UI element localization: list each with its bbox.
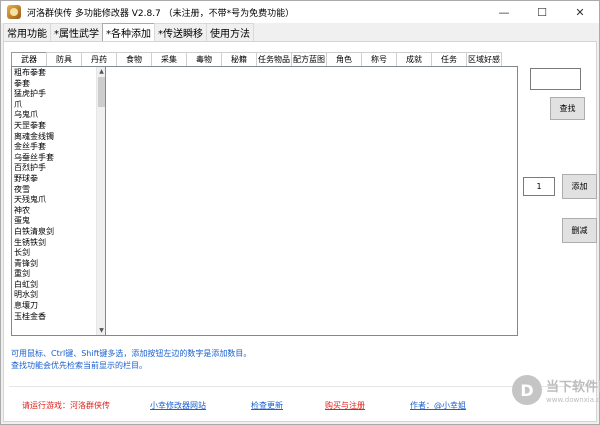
window-title: 河洛群侠传 多功能修改器 V2.8.7 （未注册，不带*号为免费功能） bbox=[27, 8, 295, 19]
watermark-url: www.downxia.com bbox=[546, 396, 600, 404]
list-item[interactable]: 长剑 bbox=[14, 248, 96, 259]
list-item[interactable]: 离魂金线镯 bbox=[14, 132, 96, 143]
list-item[interactable]: 白虹剑 bbox=[14, 280, 96, 291]
list-item[interactable]: 拳套 bbox=[14, 79, 96, 90]
main-tab-bar: 常用功能 *属性武学 *各种添加 *传送瞬移 使用方法 bbox=[3, 23, 254, 41]
delete-button[interactable]: 删减 bbox=[562, 218, 597, 243]
title-bar: 河洛群侠传 多功能修改器 V2.8.7 （未注册，不带*号为免费功能） — ☐ … bbox=[1, 1, 599, 23]
watermark: D 当下软件园 www.downxia.com bbox=[512, 375, 600, 405]
list-item[interactable]: 乌蚕丝手套 bbox=[14, 153, 96, 164]
category-tab-bar: 武器 防具 丹药 食物 采集 毒物 秘籍 任务物品 配方蓝图 角色 称号 成就 … bbox=[11, 52, 502, 66]
subtab-favor[interactable]: 区域好感 bbox=[466, 52, 502, 66]
list-item[interactable]: 白铁清泉剑 bbox=[14, 227, 96, 238]
list-item[interactable]: 神农 bbox=[14, 206, 96, 217]
list-item[interactable]: 明水剑 bbox=[14, 290, 96, 301]
add-button[interactable]: 添加 bbox=[562, 174, 597, 199]
quantity-input[interactable]: 1 bbox=[523, 177, 555, 196]
app-window: 河洛群侠传 多功能修改器 V2.8.7 （未注册，不带*号为免费功能） — ☐ … bbox=[0, 0, 600, 425]
watermark-name: 当下软件园 bbox=[546, 380, 600, 395]
scroll-thumb[interactable] bbox=[98, 77, 105, 107]
tab-teleport[interactable]: *传送瞬移 bbox=[154, 23, 207, 41]
subtab-armor[interactable]: 防具 bbox=[46, 52, 82, 66]
list-item[interactable]: 野球拳 bbox=[14, 174, 96, 185]
maximize-icon[interactable]: ☐ bbox=[523, 1, 561, 23]
scroll-down-icon[interactable]: ▼ bbox=[97, 326, 105, 335]
tab-attributes[interactable]: *属性武学 bbox=[50, 23, 103, 41]
list-item[interactable]: 玉桂金香 bbox=[14, 312, 96, 323]
game-status: 请运行游戏：河洛群侠传 bbox=[22, 401, 110, 410]
search-input[interactable] bbox=[530, 68, 581, 90]
item-listbox[interactable]: 粗布拳套 拳套 猛虎护手 爪 乌鬼爪 天罡拳套 离魂金线镯 金丝手套 乌蚕丝手套… bbox=[11, 66, 106, 336]
buy-register-link[interactable]: 购买与注册 bbox=[325, 400, 365, 411]
check-update-link[interactable]: 检查更新 bbox=[251, 400, 283, 411]
hint-line-2: 查找功能会优先检索当前显示的栏目。 bbox=[11, 361, 147, 370]
list-item[interactable]: 蛋鬼 bbox=[14, 216, 96, 227]
tab-common[interactable]: 常用功能 bbox=[3, 23, 51, 41]
list-item[interactable]: 爪 bbox=[14, 100, 96, 111]
window-controls: — ☐ ✕ bbox=[485, 1, 599, 23]
tab-add-items[interactable]: *各种添加 bbox=[102, 23, 155, 41]
subtab-recipes[interactable]: 配方蓝图 bbox=[291, 52, 327, 66]
list-item[interactable]: 天罡拳套 bbox=[14, 121, 96, 132]
subtab-food[interactable]: 食物 bbox=[116, 52, 152, 66]
subtab-titles[interactable]: 称号 bbox=[361, 52, 397, 66]
list-item[interactable]: 重剑 bbox=[14, 269, 96, 280]
watermark-logo-icon: D bbox=[512, 375, 542, 405]
footer-divider bbox=[9, 386, 591, 387]
list-item[interactable]: 金丝手套 bbox=[14, 142, 96, 153]
hint-line-1: 可用鼠标、Ctrl键、Shift键多选，添加按钮左边的数字是添加数目。 bbox=[11, 349, 252, 358]
author-link[interactable]: 作者：@小幸姐 bbox=[410, 400, 466, 411]
list-scrollbar[interactable]: ▲ ▼ bbox=[96, 67, 105, 335]
tab-usage[interactable]: 使用方法 bbox=[206, 23, 254, 41]
subtab-characters[interactable]: 角色 bbox=[326, 52, 362, 66]
site-link[interactable]: 小幸修改器网站 bbox=[150, 400, 206, 411]
detail-area bbox=[106, 66, 518, 336]
list-item[interactable]: 天残鬼爪 bbox=[14, 195, 96, 206]
subtab-weapons[interactable]: 武器 bbox=[11, 52, 47, 66]
list-item[interactable]: 猛虎护手 bbox=[14, 89, 96, 100]
app-icon bbox=[7, 5, 21, 19]
list-item[interactable]: 夜雪 bbox=[14, 185, 96, 196]
list-item[interactable]: 息壤刀 bbox=[14, 301, 96, 312]
subtab-gather[interactable]: 采集 bbox=[151, 52, 187, 66]
subtab-pills[interactable]: 丹药 bbox=[81, 52, 117, 66]
subtab-manuals[interactable]: 秘籍 bbox=[221, 52, 257, 66]
list-item[interactable]: 粗布拳套 bbox=[14, 68, 96, 79]
subtab-achievements[interactable]: 成就 bbox=[396, 52, 432, 66]
minimize-icon[interactable]: — bbox=[485, 1, 523, 23]
list-item[interactable]: 青锋剑 bbox=[14, 259, 96, 270]
list-item[interactable]: 生锈铁剑 bbox=[14, 238, 96, 249]
item-list: 粗布拳套 拳套 猛虎护手 爪 乌鬼爪 天罡拳套 离魂金线镯 金丝手套 乌蚕丝手套… bbox=[14, 68, 96, 322]
close-icon[interactable]: ✕ bbox=[561, 1, 599, 23]
search-button[interactable]: 查找 bbox=[550, 97, 585, 120]
subtab-quests[interactable]: 任务 bbox=[431, 52, 467, 66]
subtab-quest-items[interactable]: 任务物品 bbox=[256, 52, 292, 66]
list-item[interactable]: 百烈护手 bbox=[14, 163, 96, 174]
subtab-poison[interactable]: 毒物 bbox=[186, 52, 222, 66]
list-item[interactable]: 乌鬼爪 bbox=[14, 110, 96, 121]
scroll-up-icon[interactable]: ▲ bbox=[97, 67, 105, 76]
